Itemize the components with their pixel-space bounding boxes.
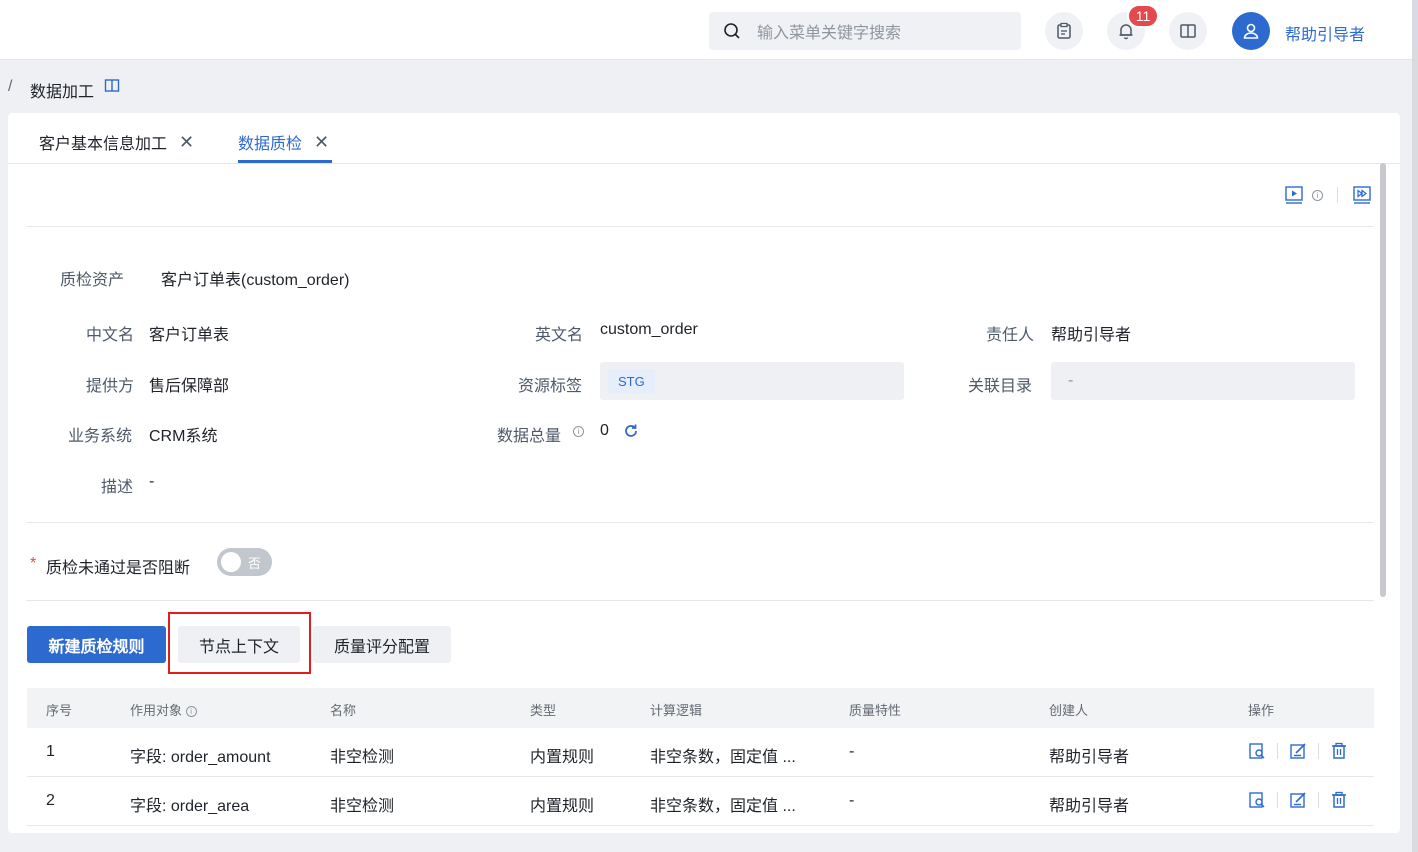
cell-name: 非空检测 [330, 798, 395, 815]
divider [26, 226, 1374, 227]
username[interactable]: 帮助引导者 [1285, 21, 1365, 45]
block-setting-label: 质检未通过是否阻断 [46, 560, 191, 577]
resource-tag-label: 资源标签 [518, 378, 583, 395]
book-icon [1180, 24, 1196, 38]
close-icon[interactable]: ✕ [314, 132, 329, 153]
cell-type: 内置规则 [530, 749, 595, 766]
row-actions [1248, 742, 1348, 760]
notification-badge: 11 [1127, 4, 1159, 28]
search-placeholder: 输入菜单关键字搜索 [757, 25, 902, 42]
window-edge [1412, 0, 1418, 852]
column-header: 作用对象 i [130, 700, 197, 719]
block-toggle[interactable]: 否 [217, 548, 272, 576]
asset-value: 客户订单表(custom_order) [161, 272, 350, 289]
tab-bar: 客户基本信息加工 ✕ 数据质检 ✕ [8, 113, 1400, 164]
en-name-label: 英文名 [535, 327, 584, 344]
vertical-scrollbar[interactable] [1380, 163, 1386, 597]
toggle-text: 否 [248, 556, 262, 571]
column-header: 类型 [530, 703, 557, 718]
catalog-label: 关联目录 [968, 378, 1033, 395]
cell-name: 非空检测 [330, 749, 395, 766]
column-header: 创建人 [1049, 703, 1089, 718]
menu-search-input[interactable]: 输入菜单关键字搜索 [709, 12, 1021, 50]
delete-icon[interactable] [1330, 742, 1348, 760]
cell-logic: 非空条数，固定值 ... [650, 749, 796, 766]
tab-label: 数据质检 [238, 136, 303, 153]
biz-system-label: 业务系统 [68, 428, 133, 445]
cell-type: 内置规则 [530, 798, 595, 815]
delete-icon[interactable] [1330, 791, 1348, 809]
play-icon[interactable] [1284, 185, 1304, 205]
required-mark: * [30, 555, 37, 572]
book-button[interactable] [1169, 12, 1207, 50]
close-icon[interactable]: ✕ [179, 132, 194, 153]
divider [1337, 187, 1338, 203]
highlight-box [168, 612, 311, 674]
divider [26, 522, 1374, 523]
en-name-value: custom_order [600, 321, 698, 338]
cell-quality: - [849, 743, 855, 760]
cell-target: 字段: order_area [130, 798, 250, 815]
info-icon[interactable]: i [1312, 189, 1323, 201]
desc-label: 描述 [101, 479, 134, 496]
toolbar: i [1284, 185, 1372, 205]
top-header: 输入菜单关键字搜索 11 帮助引导者 [0, 0, 1412, 60]
edit-icon[interactable] [1289, 742, 1307, 760]
clipboard-icon [1057, 22, 1071, 39]
biz-system-value: CRM系统 [149, 428, 218, 445]
total-label: 数据总量 [497, 428, 562, 445]
tab-label: 客户基本信息加工 [39, 136, 168, 153]
new-rule-button[interactable]: 新建质检规则 [27, 626, 166, 663]
owner-value: 帮助引导者 [1051, 327, 1132, 344]
tab-data-quality[interactable]: 数据质检 ✕ [238, 130, 329, 154]
asset-label: 质检资产 [60, 272, 125, 289]
column-header: 名称 [330, 703, 357, 718]
active-tab-indicator [238, 160, 332, 163]
catalog-field [1051, 362, 1355, 400]
cn-name-label: 中文名 [86, 327, 135, 344]
cell-quality: - [849, 792, 855, 809]
avatar[interactable] [1232, 12, 1270, 50]
column-header: 操作 [1248, 703, 1275, 718]
desc-value: - [149, 473, 155, 490]
cn-name-value: 客户订单表 [149, 327, 230, 344]
table-header: 序号 作用对象 i 名称 类型 计算逻辑 质量特性 创建人 操作 [27, 688, 1374, 728]
total-value: 0 [600, 422, 609, 439]
breadcrumb[interactable]: 数据加工 [30, 78, 94, 102]
catalog-value: - [1068, 372, 1074, 389]
search-icon [724, 23, 740, 39]
refresh-icon[interactable] [623, 423, 639, 439]
cell-index: 2 [46, 792, 55, 809]
main-panel: 客户基本信息加工 ✕ 数据质检 ✕ i 质检资产 客户订单表(custom_or… [8, 113, 1400, 833]
resource-tag: STG [608, 369, 655, 393]
table-row[interactable]: 1 字段: order_amount 非空检测 内置规则 非空条数，固定值 ..… [27, 728, 1374, 777]
quality-score-button[interactable]: 质量评分配置 [313, 626, 451, 663]
cell-logic: 非空条数，固定值 ... [650, 798, 796, 815]
info-icon[interactable]: i [573, 426, 584, 437]
provider-label: 提供方 [86, 378, 135, 395]
toggle-knob [221, 552, 241, 572]
info-icon[interactable]: i [185, 706, 197, 718]
view-icon[interactable] [1248, 742, 1266, 760]
tab-customer-info[interactable]: 客户基本信息加工 ✕ [39, 130, 194, 154]
view-icon[interactable] [1248, 791, 1266, 809]
edit-icon[interactable] [1289, 791, 1307, 809]
user-icon [1243, 23, 1259, 39]
breadcrumb-separator: / [8, 78, 13, 95]
cell-index: 1 [46, 743, 55, 760]
column-header: 计算逻辑 [650, 703, 703, 718]
divider [26, 600, 1374, 601]
cell-target: 字段: order_amount [130, 749, 271, 766]
cell-creator: 帮助引导者 [1049, 798, 1130, 815]
owner-label: 责任人 [986, 327, 1035, 344]
provider-value: 售后保障部 [149, 378, 230, 395]
book-icon[interactable] [104, 78, 120, 94]
row-actions [1248, 791, 1348, 809]
table-row[interactable]: 2 字段: order_area 非空检测 内置规则 非空条数，固定值 ... … [27, 777, 1374, 826]
clipboard-button[interactable] [1045, 12, 1083, 50]
column-header: 序号 [46, 703, 73, 718]
column-header: 质量特性 [849, 703, 902, 718]
cell-creator: 帮助引导者 [1049, 749, 1130, 766]
fast-forward-icon[interactable] [1352, 185, 1372, 205]
